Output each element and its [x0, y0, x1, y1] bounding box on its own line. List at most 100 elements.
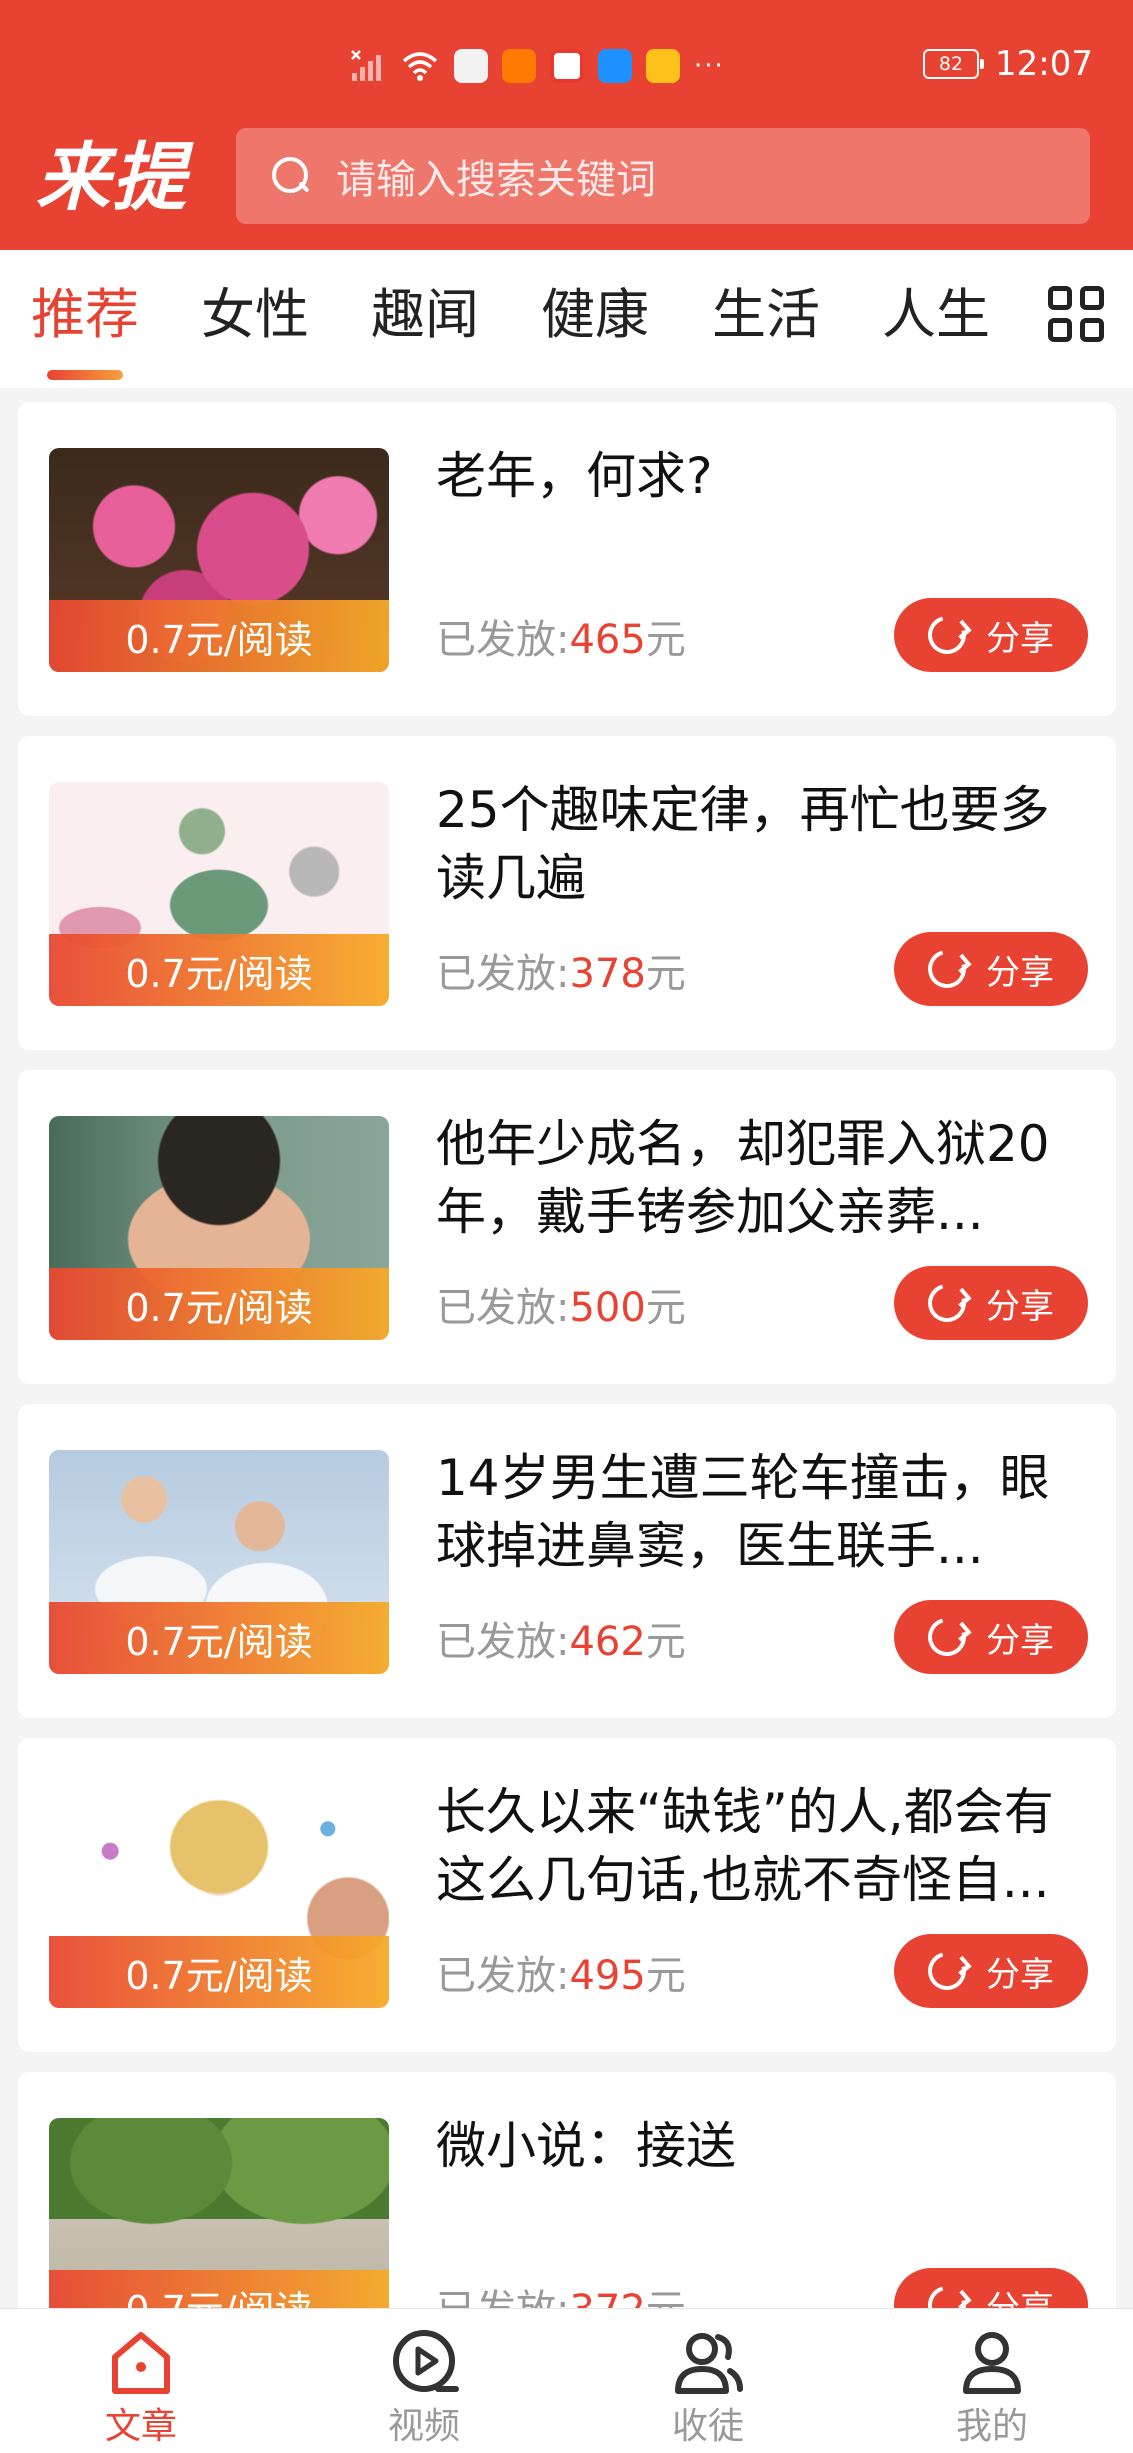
signal-icon	[351, 50, 381, 81]
share-button[interactable]: 分享	[894, 932, 1088, 1006]
tab-life-story[interactable]: 人生	[882, 280, 990, 350]
nav-label: 我的	[955, 2406, 1028, 2447]
battery-level: 82	[938, 53, 964, 75]
article-title[interactable]: 长久以来“缺钱”的人,都会有这么几句话,也就不奇怪自...	[436, 1778, 1076, 1914]
article-card[interactable]: 0.7元/阅读 微小说：接送 已发放:372元 分享	[18, 2072, 1116, 2308]
article-thumbnail: 0.7元/阅读	[49, 1450, 389, 1674]
price-tag: 0.7元/阅读	[49, 2270, 389, 2308]
heart-app-icon	[646, 49, 680, 83]
share-button[interactable]: 分享	[894, 1266, 1088, 1340]
play-icon	[393, 2330, 459, 2392]
article-thumbnail: 0.7元/阅读	[49, 2118, 389, 2308]
wifi-icon	[402, 52, 438, 81]
article-title[interactable]: 25个趣味定律，再忙也要多读几遍	[436, 776, 1076, 912]
all-categories-grid-icon[interactable]	[1048, 286, 1104, 342]
paid-label: 已发放:	[436, 617, 570, 663]
article-feed: 0.7元/阅读 老年，何求? 已发放:465元 分享 0.7元/阅读 25个趣味…	[0, 388, 1133, 2308]
price-tag: 0.7元/阅读	[49, 1936, 389, 2008]
share-button[interactable]: 分享	[894, 598, 1088, 672]
article-thumbnail: 0.7元/阅读	[49, 448, 389, 672]
article-title[interactable]: 微小说：接送	[436, 2112, 1076, 2180]
share-label: 分享	[986, 618, 1054, 659]
paid-value: 465	[569, 617, 646, 663]
article-card[interactable]: 0.7元/阅读 14岁男生遭三轮车撞击，眼球掉进鼻窦，医生联手... 已发放:4…	[18, 1404, 1116, 1718]
paid-unit: 元	[645, 1285, 686, 1331]
tab-women[interactable]: 女性	[201, 280, 309, 350]
paid-amount: 已发放:465元	[436, 610, 686, 670]
share-button[interactable]: 分享	[894, 2268, 1088, 2308]
paid-unit: 元	[645, 1953, 686, 1999]
article-card[interactable]: 0.7元/阅读 他年少成名，却犯罪入狱20年，戴手铐参加父亲葬... 已发放:5…	[18, 1070, 1116, 1384]
paid-unit: 元	[645, 617, 686, 663]
price-tag: 0.7元/阅读	[49, 600, 389, 672]
tab-anecdotes[interactable]: 趣闻	[371, 280, 479, 350]
paid-value: 378	[569, 951, 646, 997]
status-icons: ···	[350, 44, 725, 88]
share-icon	[921, 943, 973, 995]
paid-unit: 元	[645, 951, 686, 997]
battery-icon: 82	[923, 49, 985, 79]
share-label: 分享	[986, 952, 1054, 993]
nav-recruit[interactable]: 收徒	[628, 2327, 788, 2451]
share-icon	[921, 1277, 973, 1329]
status-bar: ··· 82 12:07	[0, 34, 1133, 94]
active-tab-indicator	[47, 370, 123, 380]
nav-articles[interactable]: 文章	[61, 2327, 221, 2451]
article-thumbnail: 0.7元/阅读	[49, 1116, 389, 1340]
price-tag: 0.7元/阅读	[49, 934, 389, 1006]
paid-value: 500	[569, 1285, 646, 1331]
share-button[interactable]: 分享	[894, 1934, 1088, 2008]
paid-label: 已发放:	[436, 1953, 570, 1999]
paid-label: 已发放:	[436, 951, 570, 997]
price-tag: 0.7元/阅读	[49, 1268, 389, 1340]
paid-amount: 已发放:378元	[436, 944, 686, 1004]
paid-value: 372	[569, 2287, 645, 2308]
article-title[interactable]: 他年少成名，却犯罪入狱20年，戴手铐参加父亲葬...	[436, 1110, 1076, 1246]
article-thumbnail: 0.7元/阅读	[49, 1784, 389, 2008]
article-card[interactable]: 0.7元/阅读 25个趣味定律，再忙也要多读几遍 已发放:378元 分享	[18, 736, 1116, 1050]
app-icon	[502, 49, 536, 83]
share-icon	[921, 1611, 973, 1663]
users-icon	[675, 2333, 743, 2394]
paid-unit: 元	[646, 2287, 686, 2308]
share-icon	[921, 1945, 973, 1997]
article-card[interactable]: 0.7元/阅读 老年，何求? 已发放:465元 分享	[18, 402, 1116, 716]
paid-amount: 已发放:495元	[436, 1946, 686, 2006]
app-logo: 来提	[36, 135, 188, 221]
app-header: ··· 82 12:07 来提 请输入搜索关键词	[0, 0, 1133, 250]
share-label: 分享	[986, 1286, 1054, 1327]
tab-health[interactable]: 健康	[541, 280, 649, 350]
nav-profile[interactable]: 我的	[912, 2327, 1072, 2451]
paid-amount: 已发放:500元	[436, 1278, 686, 1338]
article-title[interactable]: 14岁男生遭三轮车撞击，眼球掉进鼻窦，医生联手...	[436, 1444, 1076, 1580]
paid-amount: 已发放:372元	[436, 2280, 686, 2308]
article-thumbnail: 0.7元/阅读	[49, 782, 389, 1006]
article-title[interactable]: 老年，何求?	[436, 442, 1076, 510]
home-icon	[112, 2332, 170, 2394]
paid-amount: 已发放:462元	[436, 1612, 686, 1672]
bottom-navigation: 文章 视频 收徒 我的	[0, 2308, 1133, 2453]
search-icon	[272, 157, 310, 195]
share-icon	[921, 609, 973, 661]
share-button[interactable]: 分享	[894, 1600, 1088, 1674]
paid-label: 已发放:	[436, 1285, 570, 1331]
share-icon	[921, 2279, 973, 2308]
paid-label: 已发放:	[436, 1619, 570, 1665]
nav-label: 视频	[387, 2406, 460, 2447]
huawei-icon	[454, 49, 488, 83]
search-bar[interactable]: 请输入搜索关键词	[236, 128, 1090, 224]
book-icon	[550, 49, 584, 83]
more-notifications: ···	[694, 51, 725, 81]
nav-videos[interactable]: 视频	[344, 2327, 504, 2451]
paid-label: 已发放:	[436, 2287, 569, 2308]
share-label: 分享	[986, 1620, 1054, 1661]
tab-recommend[interactable]: 推荐	[31, 280, 139, 350]
tab-life[interactable]: 生活	[712, 280, 820, 350]
paid-value: 495	[569, 1953, 646, 1999]
article-card[interactable]: 0.7元/阅读 长久以来“缺钱”的人,都会有这么几句话,也就不奇怪自... 已发…	[18, 1738, 1116, 2052]
paid-value: 462	[569, 1619, 646, 1665]
price-tag: 0.7元/阅读	[49, 1602, 389, 1674]
category-tabs: 推荐 女性 趣闻 健康 生活 人生	[0, 250, 1133, 388]
share-label: 分享	[986, 1954, 1054, 1995]
profile-icon	[963, 2332, 1021, 2394]
